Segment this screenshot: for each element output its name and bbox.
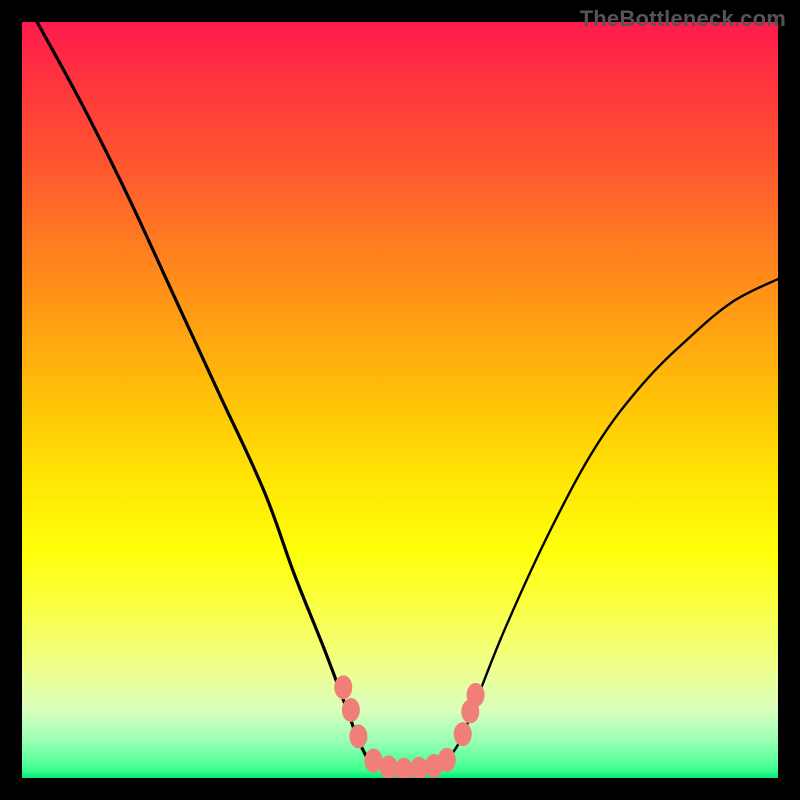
- curve-right-branch: [445, 279, 778, 763]
- data-marker: [467, 683, 485, 707]
- watermark-text: TheBottleneck.com: [580, 6, 786, 32]
- plot-area: [22, 22, 778, 778]
- curve-svg: [22, 22, 778, 778]
- data-marker: [438, 748, 456, 772]
- curve-markers: [334, 675, 484, 778]
- data-marker: [349, 724, 367, 748]
- curve-left-branch: [37, 22, 370, 763]
- data-marker: [334, 675, 352, 699]
- data-marker: [342, 698, 360, 722]
- data-marker: [454, 722, 472, 746]
- chart-frame: TheBottleneck.com: [0, 0, 800, 800]
